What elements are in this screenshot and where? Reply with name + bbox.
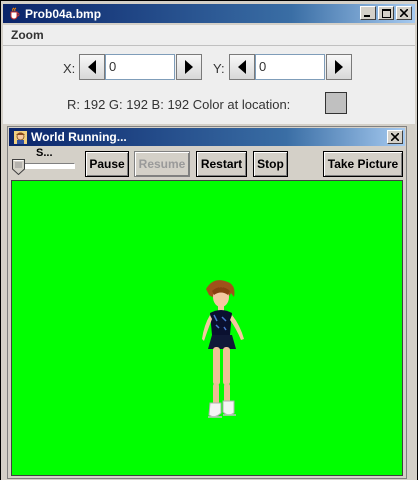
y-field[interactable]: 0	[255, 54, 325, 80]
x-label: X:	[63, 61, 76, 76]
x-field[interactable]: 0	[105, 54, 175, 80]
slider-thumb-icon[interactable]	[12, 159, 25, 175]
menu-zoom[interactable]: Zoom	[11, 28, 44, 42]
y-label: Y:	[213, 61, 225, 76]
x-decrement-button[interactable]	[79, 54, 105, 80]
coordinate-panel: X: 0 Y: 0 R: 192 G: 192 B: 192 Color at …	[3, 46, 415, 124]
world-canvas[interactable]	[11, 180, 403, 476]
world-window: World Running... S... Pause Resume Resta…	[7, 126, 407, 479]
close-icon[interactable]	[387, 130, 403, 144]
right-arrow-icon	[335, 60, 343, 74]
x-increment-button[interactable]	[176, 54, 202, 80]
restart-button[interactable]: Restart	[196, 151, 247, 177]
skater-figure	[202, 280, 244, 418]
pause-button[interactable]: Pause	[85, 151, 129, 177]
close-icon[interactable]	[396, 6, 412, 20]
y-decrement-button[interactable]	[229, 54, 255, 80]
take-picture-button[interactable]: Take Picture	[323, 151, 403, 177]
right-arrow-icon	[185, 60, 193, 74]
java-cup-icon	[7, 7, 21, 21]
menu-bar: Zoom	[3, 25, 415, 46]
world-icon	[13, 130, 27, 144]
left-arrow-icon	[88, 60, 96, 74]
window-title: Prob04a.bmp	[25, 6, 102, 21]
window-title-bar[interactable]: Prob04a.bmp	[3, 4, 415, 23]
world-title-bar[interactable]: World Running...	[9, 128, 405, 146]
color-readout: R: 192 G: 192 B: 192 Color at location:	[67, 97, 291, 112]
maximize-icon[interactable]	[378, 6, 394, 20]
speed-label: S...	[36, 147, 53, 159]
resume-button[interactable]: Resume	[134, 151, 190, 177]
main-window: Prob04a.bmp Zoom X: 0 Y: 0 R: 192 G: 192…	[0, 0, 418, 490]
bottom-strip	[0, 480, 418, 490]
world-toolbar: S... Pause Resume Restart Stop Take Pict…	[9, 147, 405, 179]
left-arrow-icon	[238, 60, 246, 74]
y-increment-button[interactable]	[326, 54, 352, 80]
world-title: World Running...	[31, 130, 127, 144]
stop-button[interactable]: Stop	[253, 151, 288, 177]
color-swatch	[325, 92, 347, 114]
minimize-icon[interactable]	[360, 6, 376, 20]
